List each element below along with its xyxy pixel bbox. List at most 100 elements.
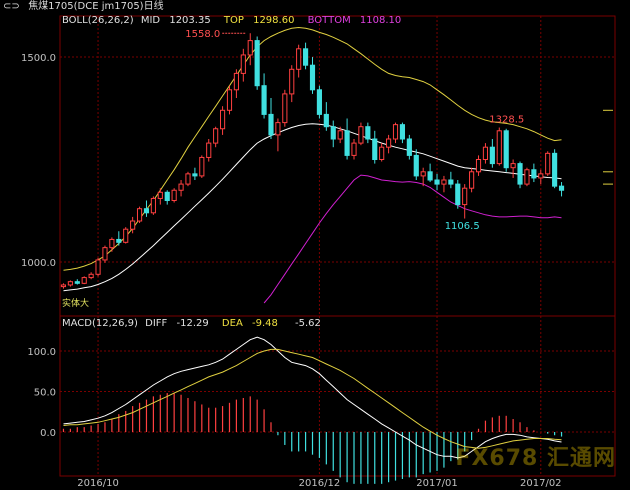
candle (150, 196, 156, 215)
title-bar: ⊂⊃ 焦煤1705(DCE jm1705)日线 (0, 0, 630, 14)
candle-body (199, 156, 205, 177)
candle-body (337, 130, 343, 140)
candle-body (475, 159, 482, 173)
candle (309, 57, 316, 94)
candle (296, 44, 302, 78)
candle-body (344, 130, 350, 156)
bottom-value: 1108.10 (359, 15, 402, 26)
candle (95, 257, 101, 277)
candle (289, 65, 295, 103)
peak2-annotation: 1328.5 (489, 115, 524, 126)
candle-body (130, 220, 136, 230)
candle-body (150, 197, 156, 214)
candle-body (323, 113, 329, 128)
candle (226, 85, 233, 115)
candle (316, 85, 322, 119)
candle (351, 139, 357, 160)
candle (219, 106, 226, 135)
candle (157, 188, 163, 205)
candle-body (289, 68, 295, 95)
candle-body (206, 142, 212, 158)
candle (496, 127, 502, 166)
candle (469, 167, 475, 193)
candle (406, 134, 412, 160)
candle (455, 180, 461, 209)
candle (192, 167, 198, 180)
candle-body (268, 113, 274, 136)
candle (74, 279, 80, 285)
candle (524, 167, 530, 187)
candle-body (386, 138, 392, 148)
candle-body (164, 191, 170, 202)
candle-body (455, 183, 461, 206)
candle (330, 120, 336, 148)
candle-body (316, 89, 322, 115)
candle-body (351, 142, 357, 156)
candle (379, 143, 385, 162)
candle-body (552, 152, 558, 187)
candle-body (517, 163, 523, 185)
candle-body (171, 189, 177, 201)
candle (206, 139, 212, 162)
top-value: 1298.60 (253, 15, 295, 26)
candle (372, 130, 378, 164)
candle-body (538, 173, 544, 179)
candle-body (392, 124, 399, 140)
candle (503, 128, 509, 172)
candle (88, 272, 94, 280)
candle (434, 173, 440, 191)
candle-body (233, 72, 239, 91)
candle-body (330, 126, 336, 140)
candle-body (192, 173, 198, 177)
price-chart[interactable]: 1558.0 1328.5 1106.5 实体大 1500.0 1000.0 100.0 50… (0, 0, 630, 490)
macd-value: -5.62 (295, 318, 321, 329)
x-tick-label: 2016/10 (77, 478, 119, 489)
candle-body (379, 146, 385, 160)
candle (386, 134, 392, 154)
candle-body (296, 48, 302, 70)
watermark: FX678 汇通网 (455, 446, 616, 471)
macd-y-tick: 100.0 (27, 347, 56, 358)
candle (399, 122, 406, 144)
candle-body (88, 273, 94, 279)
candle (171, 188, 177, 203)
candle-body (213, 128, 219, 144)
candle-body (420, 171, 426, 177)
candle (178, 180, 184, 197)
candle-body (240, 54, 246, 74)
boll-info: BOLL(26,26,2) MID 1203.35 TOP 1298.60 BO… (62, 15, 401, 27)
candle-body (448, 179, 454, 185)
candle-body (503, 130, 509, 169)
candle (303, 42, 309, 70)
candle (102, 245, 108, 263)
candle (531, 163, 537, 183)
candle (448, 171, 454, 189)
candle (545, 151, 551, 176)
link-icon[interactable]: ⊂⊃ (0, 0, 25, 14)
mid-label: MID (140, 15, 161, 26)
candle-body (254, 40, 260, 87)
dea-value: -9.48 (251, 318, 278, 329)
diff-value: -12.29 (176, 318, 209, 329)
candle (517, 161, 523, 189)
candle-body (469, 171, 475, 189)
candle-body (219, 109, 226, 130)
candle (275, 118, 281, 152)
candle (199, 155, 205, 178)
main-y-tick: 1500.0 (21, 53, 56, 64)
candle (462, 184, 468, 219)
candle-body (372, 138, 378, 160)
candle-body (496, 130, 502, 165)
candle-body (95, 259, 101, 275)
candle-body (226, 89, 233, 111)
candle (268, 98, 274, 139)
candle (282, 89, 288, 127)
candle (213, 126, 219, 148)
candle (123, 227, 129, 244)
candle (427, 163, 433, 183)
candle (413, 149, 419, 180)
macd-name: MACD(12,26,9) (62, 318, 138, 329)
high-annotation: 1558.0 (185, 29, 220, 40)
candle-body (143, 208, 150, 214)
candle-body (123, 228, 129, 243)
